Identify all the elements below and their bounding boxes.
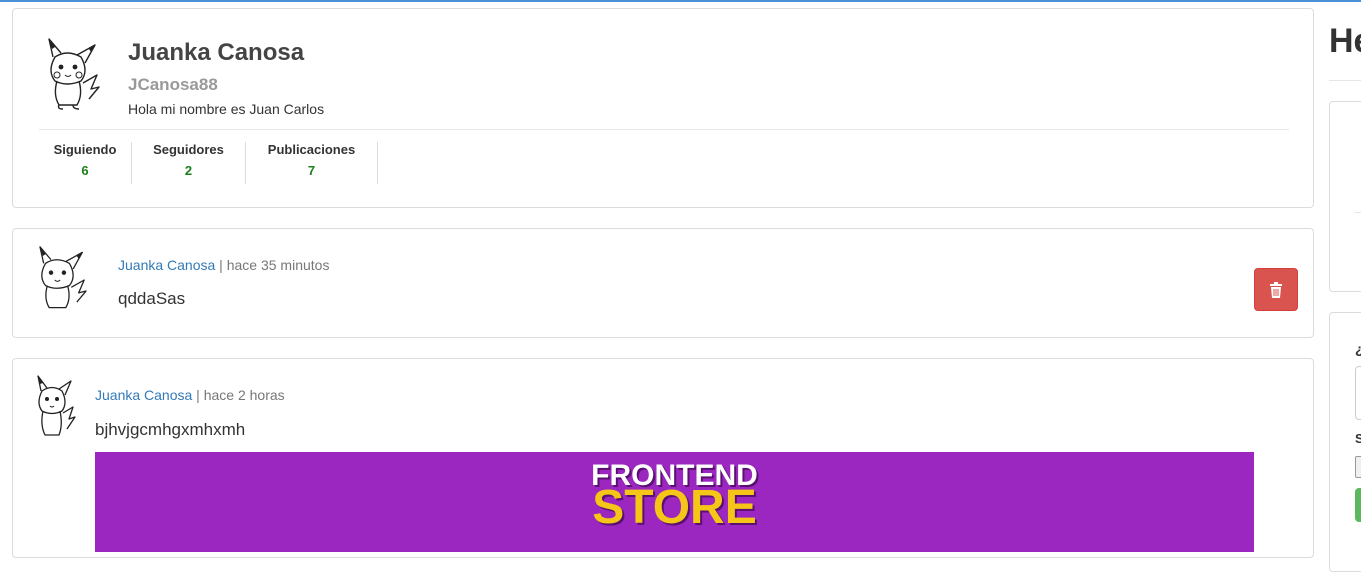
stat-value: 7 <box>307 163 316 178</box>
stat-following[interactable]: Siguiendo 6 <box>39 142 132 184</box>
post-meta: Juanka Canosa | hace 2 horas <box>95 387 285 403</box>
post-time: hace 2 horas <box>203 387 285 403</box>
stat-publications[interactable]: Publicaciones 7 <box>246 142 378 184</box>
divider <box>39 129 1289 130</box>
divider <box>1354 212 1361 213</box>
stat-value: 6 <box>81 163 89 178</box>
pikachu-avatar-icon <box>37 375 76 436</box>
post-meta: Juanka Canosa | hace 35 minutos <box>118 257 329 273</box>
top-accent-line <box>0 0 1361 2</box>
trash-icon <box>1270 281 1282 298</box>
profile-bio: Hola mi nombre es Juan Carlos <box>128 101 325 117</box>
post-image[interactable]: FRONTEND STORE <box>95 452 1254 552</box>
post-card: Juanka Canosa | hace 2 horas bjhvjgcmhgx… <box>12 358 1314 558</box>
stat-label: Publicaciones <box>267 142 356 157</box>
banner-line-2: STORE <box>592 481 757 534</box>
post-card: Juanka Canosa | hace 35 minutos qddaSas <box>12 228 1314 338</box>
stat-label: Seguidores <box>153 142 224 157</box>
post-author-link[interactable]: Juanka Canosa <box>118 257 215 273</box>
post-time: hace 35 minutos <box>226 257 330 273</box>
profile-name: Juanka Canosa <box>128 39 305 66</box>
profile-username: JCanosa88 <box>128 75 218 94</box>
meta-separator: | <box>215 257 227 273</box>
pikachu-avatar-icon <box>39 246 87 309</box>
sidebar-title: He <box>1329 22 1361 60</box>
post-input-label: ¿ <box>1355 341 1361 357</box>
post-text: qddaSas <box>118 289 186 308</box>
pikachu-avatar-icon <box>48 38 100 110</box>
new-post-form: ¿ S <box>1329 312 1361 572</box>
post-textarea[interactable] <box>1355 366 1361 420</box>
submit-button[interactable] <box>1355 488 1361 522</box>
stat-value: 2 <box>184 163 193 178</box>
file-label: S <box>1355 431 1361 446</box>
sidebar-card <box>1329 101 1361 292</box>
divider <box>1329 80 1361 81</box>
delete-post-button[interactable] <box>1254 268 1298 311</box>
stat-followers[interactable]: Seguidores 2 <box>132 142 246 184</box>
profile-card: Juanka Canosa JCanosa88 Hola mi nombre e… <box>12 8 1314 208</box>
stat-label: Siguiendo <box>53 142 117 157</box>
post-author-link[interactable]: Juanka Canosa <box>95 387 192 403</box>
file-input[interactable] <box>1355 456 1361 478</box>
post-text: bjhvjgcmhgxmhxmh <box>95 420 246 439</box>
meta-separator: | <box>192 387 204 403</box>
